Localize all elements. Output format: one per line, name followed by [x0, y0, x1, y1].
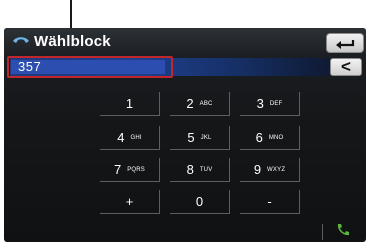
key-digit: 5 [187, 130, 195, 145]
key-letters: WXYZ [267, 166, 286, 173]
keypad-key[interactable]: 8 TUV [170, 158, 230, 182]
keypad-key[interactable]: 4 GHI [100, 126, 160, 150]
key-letters: GHI [130, 134, 142, 141]
call-button[interactable] [324, 220, 362, 240]
key-digit: 0 [195, 194, 204, 209]
key-letters: ABC [199, 100, 213, 107]
key-digit: - [267, 194, 272, 209]
back-button[interactable] [326, 33, 364, 53]
keypad-key[interactable]: 5 JKL [170, 126, 230, 150]
key-digit: 3 [256, 96, 264, 111]
keypad-key[interactable]: 3 DEF [240, 92, 300, 116]
delete-button[interactable]: < [330, 57, 362, 76]
phone-handset-icon [337, 224, 349, 236]
keypad-key[interactable]: 9 WXYZ [240, 158, 300, 182]
page-title: Wählblock [34, 33, 111, 50]
key-digit: 2 [186, 96, 194, 111]
key-digit: 1 [125, 96, 134, 111]
screen: Wählblock 3 5 7 < 1 2 ABC 3 DEF 4 GHI 5 JKL 6 MNO 7 PQ… [4, 28, 366, 242]
callout-line [70, 0, 72, 28]
key-digit: + [125, 194, 134, 209]
key-letters: MNO [268, 134, 284, 141]
key-letters: PQRS [127, 166, 146, 173]
back-arrow-icon [336, 40, 355, 49]
key-digit: 7 [113, 162, 122, 177]
callout-highlight-box [7, 56, 173, 78]
keypad-key[interactable]: - [240, 190, 300, 214]
divider [322, 224, 323, 240]
key-digit: 6 [255, 130, 263, 145]
header: Wählblock [4, 28, 366, 54]
keypad-key[interactable]: 1 [100, 92, 160, 116]
key-digit: 4 [117, 130, 125, 145]
key-letters: JKL [200, 134, 212, 141]
key-digit: 9 [253, 162, 262, 177]
key-letters: TUV [199, 166, 213, 173]
phone-handset-icon [13, 37, 29, 43]
keypad-key[interactable]: 7 PQRS [100, 158, 160, 182]
keypad-key[interactable]: 6 MNO [240, 126, 300, 150]
keypad-key[interactable]: 0 [170, 190, 230, 214]
key-letters: DEF [269, 100, 283, 107]
keypad-key[interactable]: + [100, 190, 160, 214]
keypad-key[interactable]: 2 ABC [170, 92, 230, 116]
key-digit: 8 [186, 162, 194, 177]
